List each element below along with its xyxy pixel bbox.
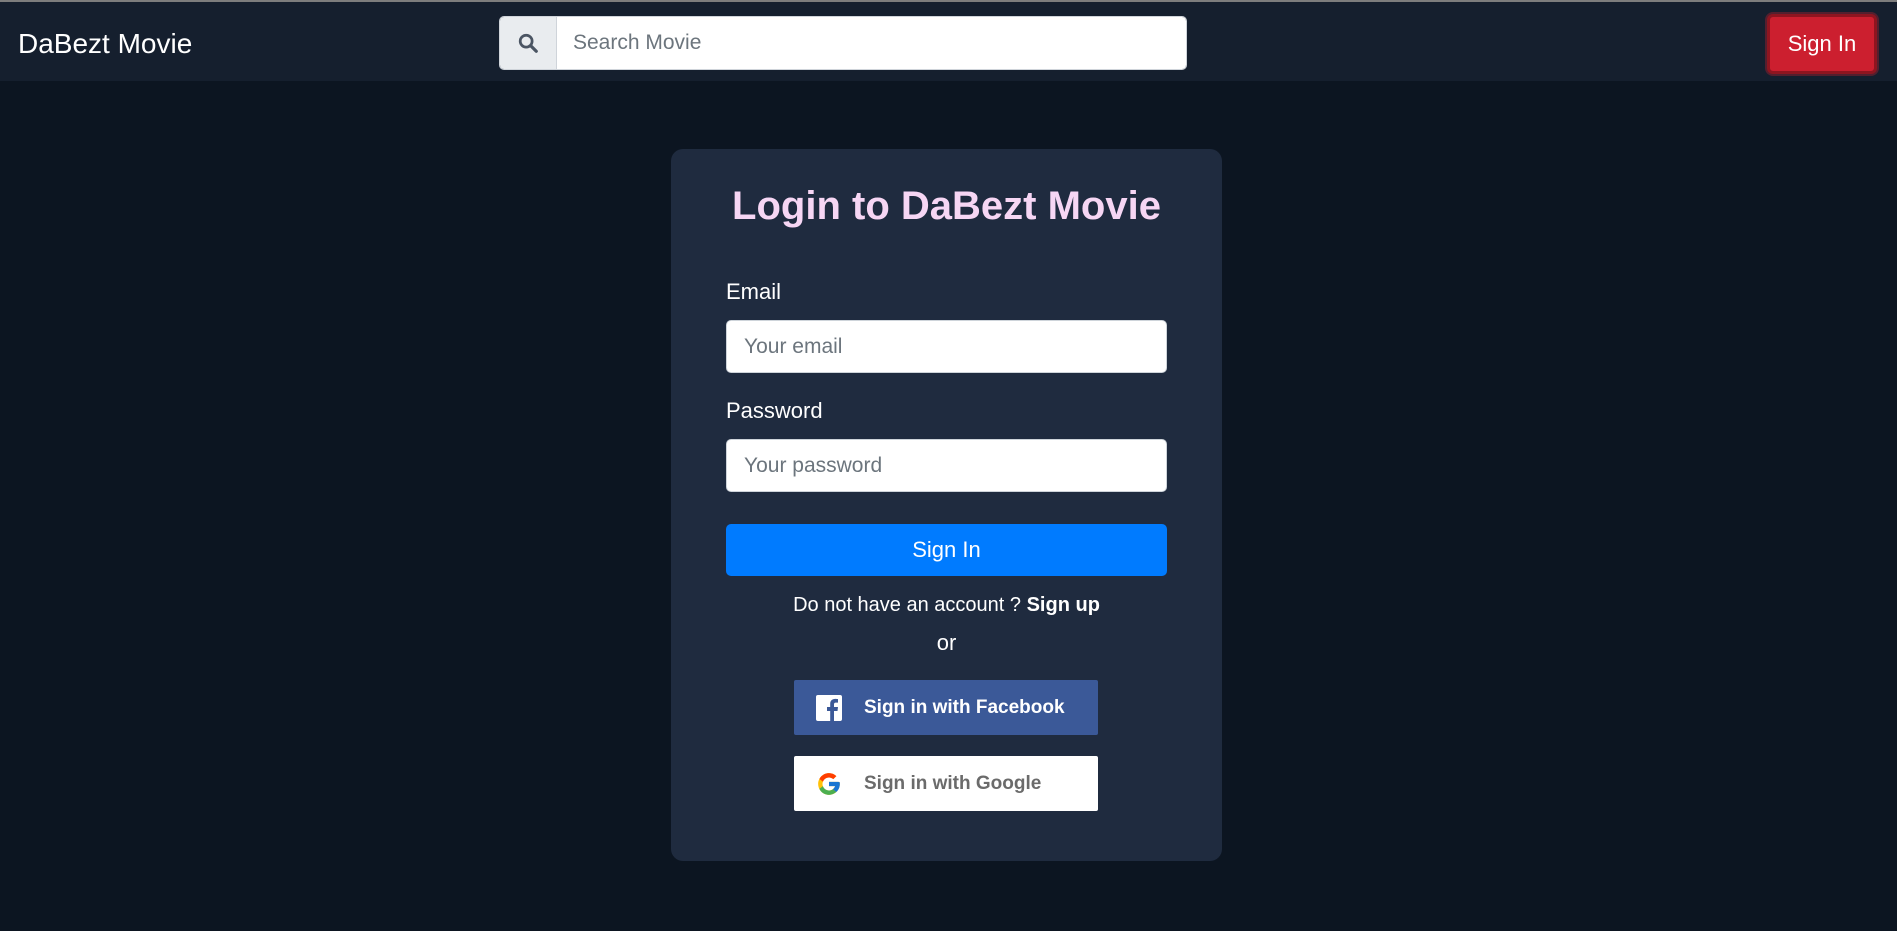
signup-prompt: Do not have an account ? Sign up: [671, 594, 1222, 617]
facebook-signin-label: Sign in with Facebook: [864, 696, 1065, 718]
facebook-signin-button[interactable]: Sign in with Facebook: [794, 680, 1098, 735]
password-field[interactable]: [726, 439, 1167, 492]
login-card: Login to DaBezt Movie Email Password Sig…: [671, 149, 1222, 861]
facebook-icon: [794, 680, 864, 735]
search-bar: [499, 16, 1187, 70]
no-account-text: Do not have an account ?: [793, 594, 1022, 616]
brand-logo[interactable]: DaBezt Movie: [18, 27, 192, 61]
navbar-signin-button[interactable]: Sign In: [1767, 14, 1877, 74]
login-title: Login to DaBezt Movie: [732, 184, 1161, 228]
or-divider: or: [936, 630, 957, 655]
google-signin-label: Sign in with Google: [864, 772, 1042, 794]
search-input[interactable]: [557, 17, 1186, 69]
password-label: Password: [726, 398, 823, 423]
google-signin-button[interactable]: Sign in with Google: [794, 756, 1098, 811]
email-label: Email: [726, 279, 782, 304]
search-icon[interactable]: [500, 17, 557, 69]
signup-link[interactable]: Sign up: [1027, 594, 1100, 616]
navbar: DaBezt Movie Sign In: [0, 2, 1897, 81]
google-icon: [794, 756, 864, 811]
email-field[interactable]: [726, 320, 1167, 373]
signin-submit-button[interactable]: Sign In: [726, 524, 1167, 576]
